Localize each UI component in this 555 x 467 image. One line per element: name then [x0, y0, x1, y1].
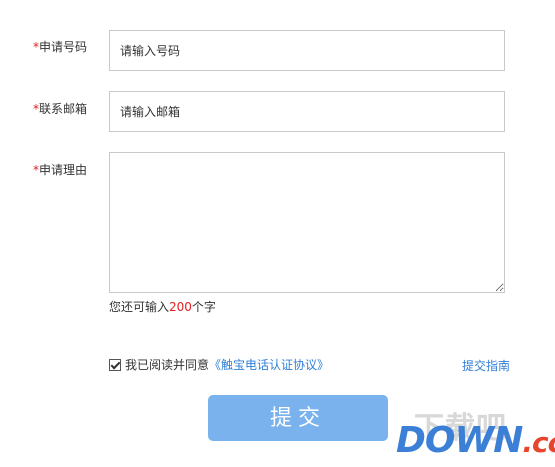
email-input[interactable] [109, 91, 505, 132]
reason-label: *申请理由 [33, 162, 87, 178]
counter-prefix: 您还可输入 [109, 300, 170, 314]
reason-textarea[interactable] [109, 152, 505, 293]
email-label: *联系邮箱 [33, 101, 87, 117]
phone-label: *申请号码 [33, 39, 87, 55]
agreement-checkbox[interactable] [109, 358, 121, 371]
phone-input[interactable] [109, 30, 505, 71]
reason-label-text: 申请理由 [39, 163, 88, 177]
agreement-row: 我已阅读并同意 《触宝电话认证协议》 [109, 356, 329, 373]
counter-suffix: 个字 [191, 300, 216, 314]
agreement-link[interactable]: 《触宝电话认证协议》 [209, 356, 329, 373]
watermark-logo: 下载吧 DOWN.cc [396, 407, 555, 463]
watermark-brand-main: DOWN [396, 420, 523, 461]
submit-guide-link[interactable]: 提交指南 [462, 357, 510, 374]
watermark-brand-suffix: .cc [522, 426, 555, 459]
counter-remaining: 200 [169, 300, 192, 314]
char-counter: 您还可输入200个字 [109, 298, 216, 315]
email-label-text: 联系邮箱 [39, 102, 88, 116]
phone-label-text: 申请号码 [39, 40, 88, 54]
watermark-brand: DOWN.cc [396, 421, 555, 463]
submit-button[interactable]: 提交 [208, 395, 388, 441]
agreement-text: 我已阅读并同意 [125, 358, 210, 372]
